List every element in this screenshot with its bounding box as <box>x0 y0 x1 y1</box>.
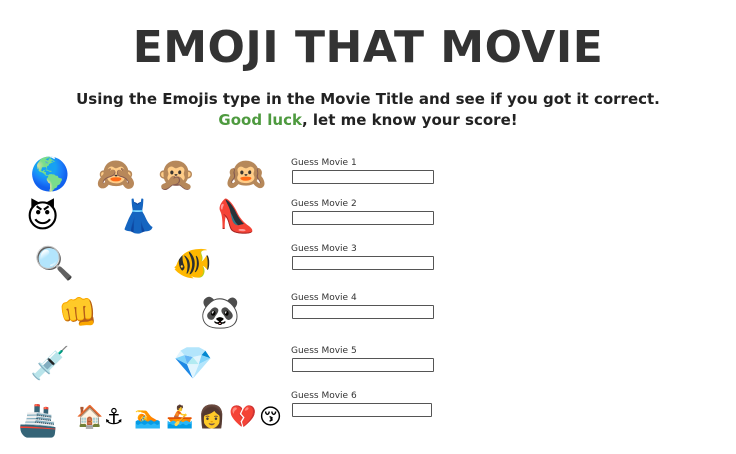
guess-movie-3-input[interactable] <box>292 256 434 270</box>
speak-no-evil-monkey-icon: 🙊 <box>156 155 196 193</box>
dress-icon: 👗 <box>118 197 158 235</box>
guess-movie-4-input[interactable] <box>292 305 434 319</box>
panda-icon: 🐼 <box>200 293 240 331</box>
magnifying-glass-icon: 🔍 <box>34 244 74 282</box>
anchor-icon: ⚓ <box>104 405 124 430</box>
guess-movie-6-input[interactable] <box>292 403 432 417</box>
guess-movie-5-input[interactable] <box>292 358 434 372</box>
guess-movie-2-label: Guess Movie 2 <box>291 199 357 209</box>
high-heel-icon: 👠 <box>216 197 256 235</box>
guess-movie-1-label: Guess Movie 1 <box>291 158 357 168</box>
page-title: EMOJI THAT MOVIE <box>132 22 604 73</box>
kissing-face-icon: 😚 <box>259 405 282 430</box>
broken-heart-icon: 💔 <box>229 405 257 430</box>
fist-icon: 👊 <box>58 293 98 331</box>
guess-movie-6-label: Guess Movie 6 <box>291 391 357 401</box>
instructions-line-1: Using the Emojis type in the Movie Title… <box>76 90 660 108</box>
guess-movie-2-input[interactable] <box>292 211 434 225</box>
instructions-line-2: Good luck, let me know your score! <box>0 110 736 130</box>
devil-face-icon: 😈 <box>26 197 60 235</box>
gem-icon: 💎 <box>173 344 213 382</box>
score-text: , let me know your score! <box>301 111 518 129</box>
syringe-icon: 💉 <box>30 344 70 382</box>
woman-icon: 👩 <box>198 405 226 430</box>
see-no-evil-monkey-icon: 🙈 <box>96 155 136 193</box>
tropical-fish-icon: 🐠 <box>172 244 212 282</box>
rowboat-icon: 🚣 <box>166 405 194 430</box>
globe-emoji-icon: 🌎 <box>30 155 70 193</box>
hear-no-evil-monkey-icon: 🙉 <box>226 155 266 193</box>
swimmer-icon: 🏊 <box>134 405 162 430</box>
guess-movie-4-label: Guess Movie 4 <box>291 293 357 303</box>
guess-movie-5-label: Guess Movie 5 <box>291 346 357 356</box>
house-icon: 🏠 <box>76 405 104 430</box>
guess-movie-1-input[interactable] <box>292 170 434 184</box>
good-luck-text: Good luck <box>218 111 302 129</box>
ship-icon: 🚢 <box>18 401 58 439</box>
guess-movie-3-label: Guess Movie 3 <box>291 244 357 254</box>
